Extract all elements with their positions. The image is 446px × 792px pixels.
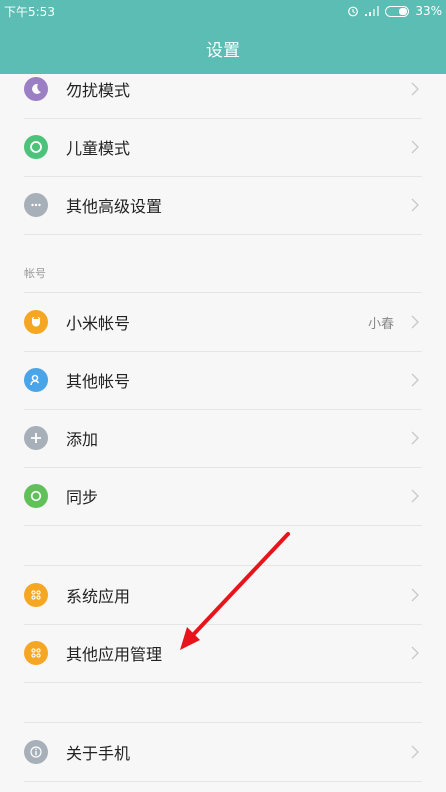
status-bar: 下午5:53 33%: [0, 0, 446, 22]
chevron-right-icon: [411, 489, 419, 503]
list-item-label: 勿扰模式: [66, 81, 131, 100]
chevron-right-icon: [411, 373, 419, 387]
account-name-value: 小春: [367, 316, 394, 332]
page-title: 设置: [206, 40, 240, 61]
list-item-label: 添加: [66, 430, 99, 449]
list-item-other-app-management[interactable]: 其他应用管理: [0, 624, 446, 682]
list-item-label: 系统应用: [66, 587, 131, 606]
child-icon: [24, 135, 48, 159]
apps-icon: [24, 641, 48, 665]
list-item-about-phone[interactable]: 关于手机: [0, 723, 446, 781]
list-item-add[interactable]: 添加: [0, 409, 446, 467]
section-header-account: 帐号: [24, 267, 46, 280]
person-icon: [24, 368, 48, 392]
status-time: 下午5:53: [4, 4, 55, 19]
chevron-right-icon: [411, 588, 419, 602]
more-icon: [24, 193, 48, 217]
list-item-advanced-settings[interactable]: 其他高级设置: [0, 176, 446, 234]
chevron-right-icon: [411, 745, 419, 759]
chevron-right-icon: [411, 82, 419, 96]
apps-icon: [24, 583, 48, 607]
list-item-label: 小米帐号: [66, 314, 131, 333]
list-item-label: 其他应用管理: [66, 645, 163, 664]
list-item-system-apps[interactable]: 系统应用: [0, 566, 446, 624]
status-icons: 33%: [347, 4, 442, 18]
alarm-icon: [347, 5, 359, 17]
signal-icon: [365, 6, 380, 16]
list-item-mi-account[interactable]: 小米帐号 小春: [0, 293, 446, 351]
list-item-label: 关于手机: [66, 744, 131, 763]
chevron-right-icon: [411, 198, 419, 212]
battery-level: 33%: [415, 4, 442, 18]
divider: [24, 781, 422, 782]
list-item-label: 儿童模式: [66, 139, 131, 158]
list-item-sync[interactable]: 同步: [0, 467, 446, 525]
chevron-right-icon: [411, 431, 419, 445]
list-item-label: 其他帐号: [66, 372, 131, 391]
list-item-label: 其他高级设置: [66, 197, 163, 216]
info-icon: [24, 740, 48, 764]
list-item-do-not-disturb[interactable]: 勿扰模式: [0, 60, 446, 118]
mi-account-icon: [24, 310, 48, 334]
plus-icon: [24, 426, 48, 450]
divider: [24, 525, 422, 526]
chevron-right-icon: [411, 140, 419, 154]
chevron-right-icon: [411, 646, 419, 660]
list-item-child-mode[interactable]: 儿童模式: [0, 118, 446, 176]
sync-icon: [24, 484, 48, 508]
list-item-label: 同步: [66, 488, 99, 507]
moon-icon: [24, 77, 48, 101]
list-item-other-accounts[interactable]: 其他帐号: [0, 351, 446, 409]
battery-icon: [385, 5, 410, 17]
divider: [24, 234, 422, 235]
chevron-right-icon: [411, 315, 419, 329]
divider: [24, 682, 422, 683]
